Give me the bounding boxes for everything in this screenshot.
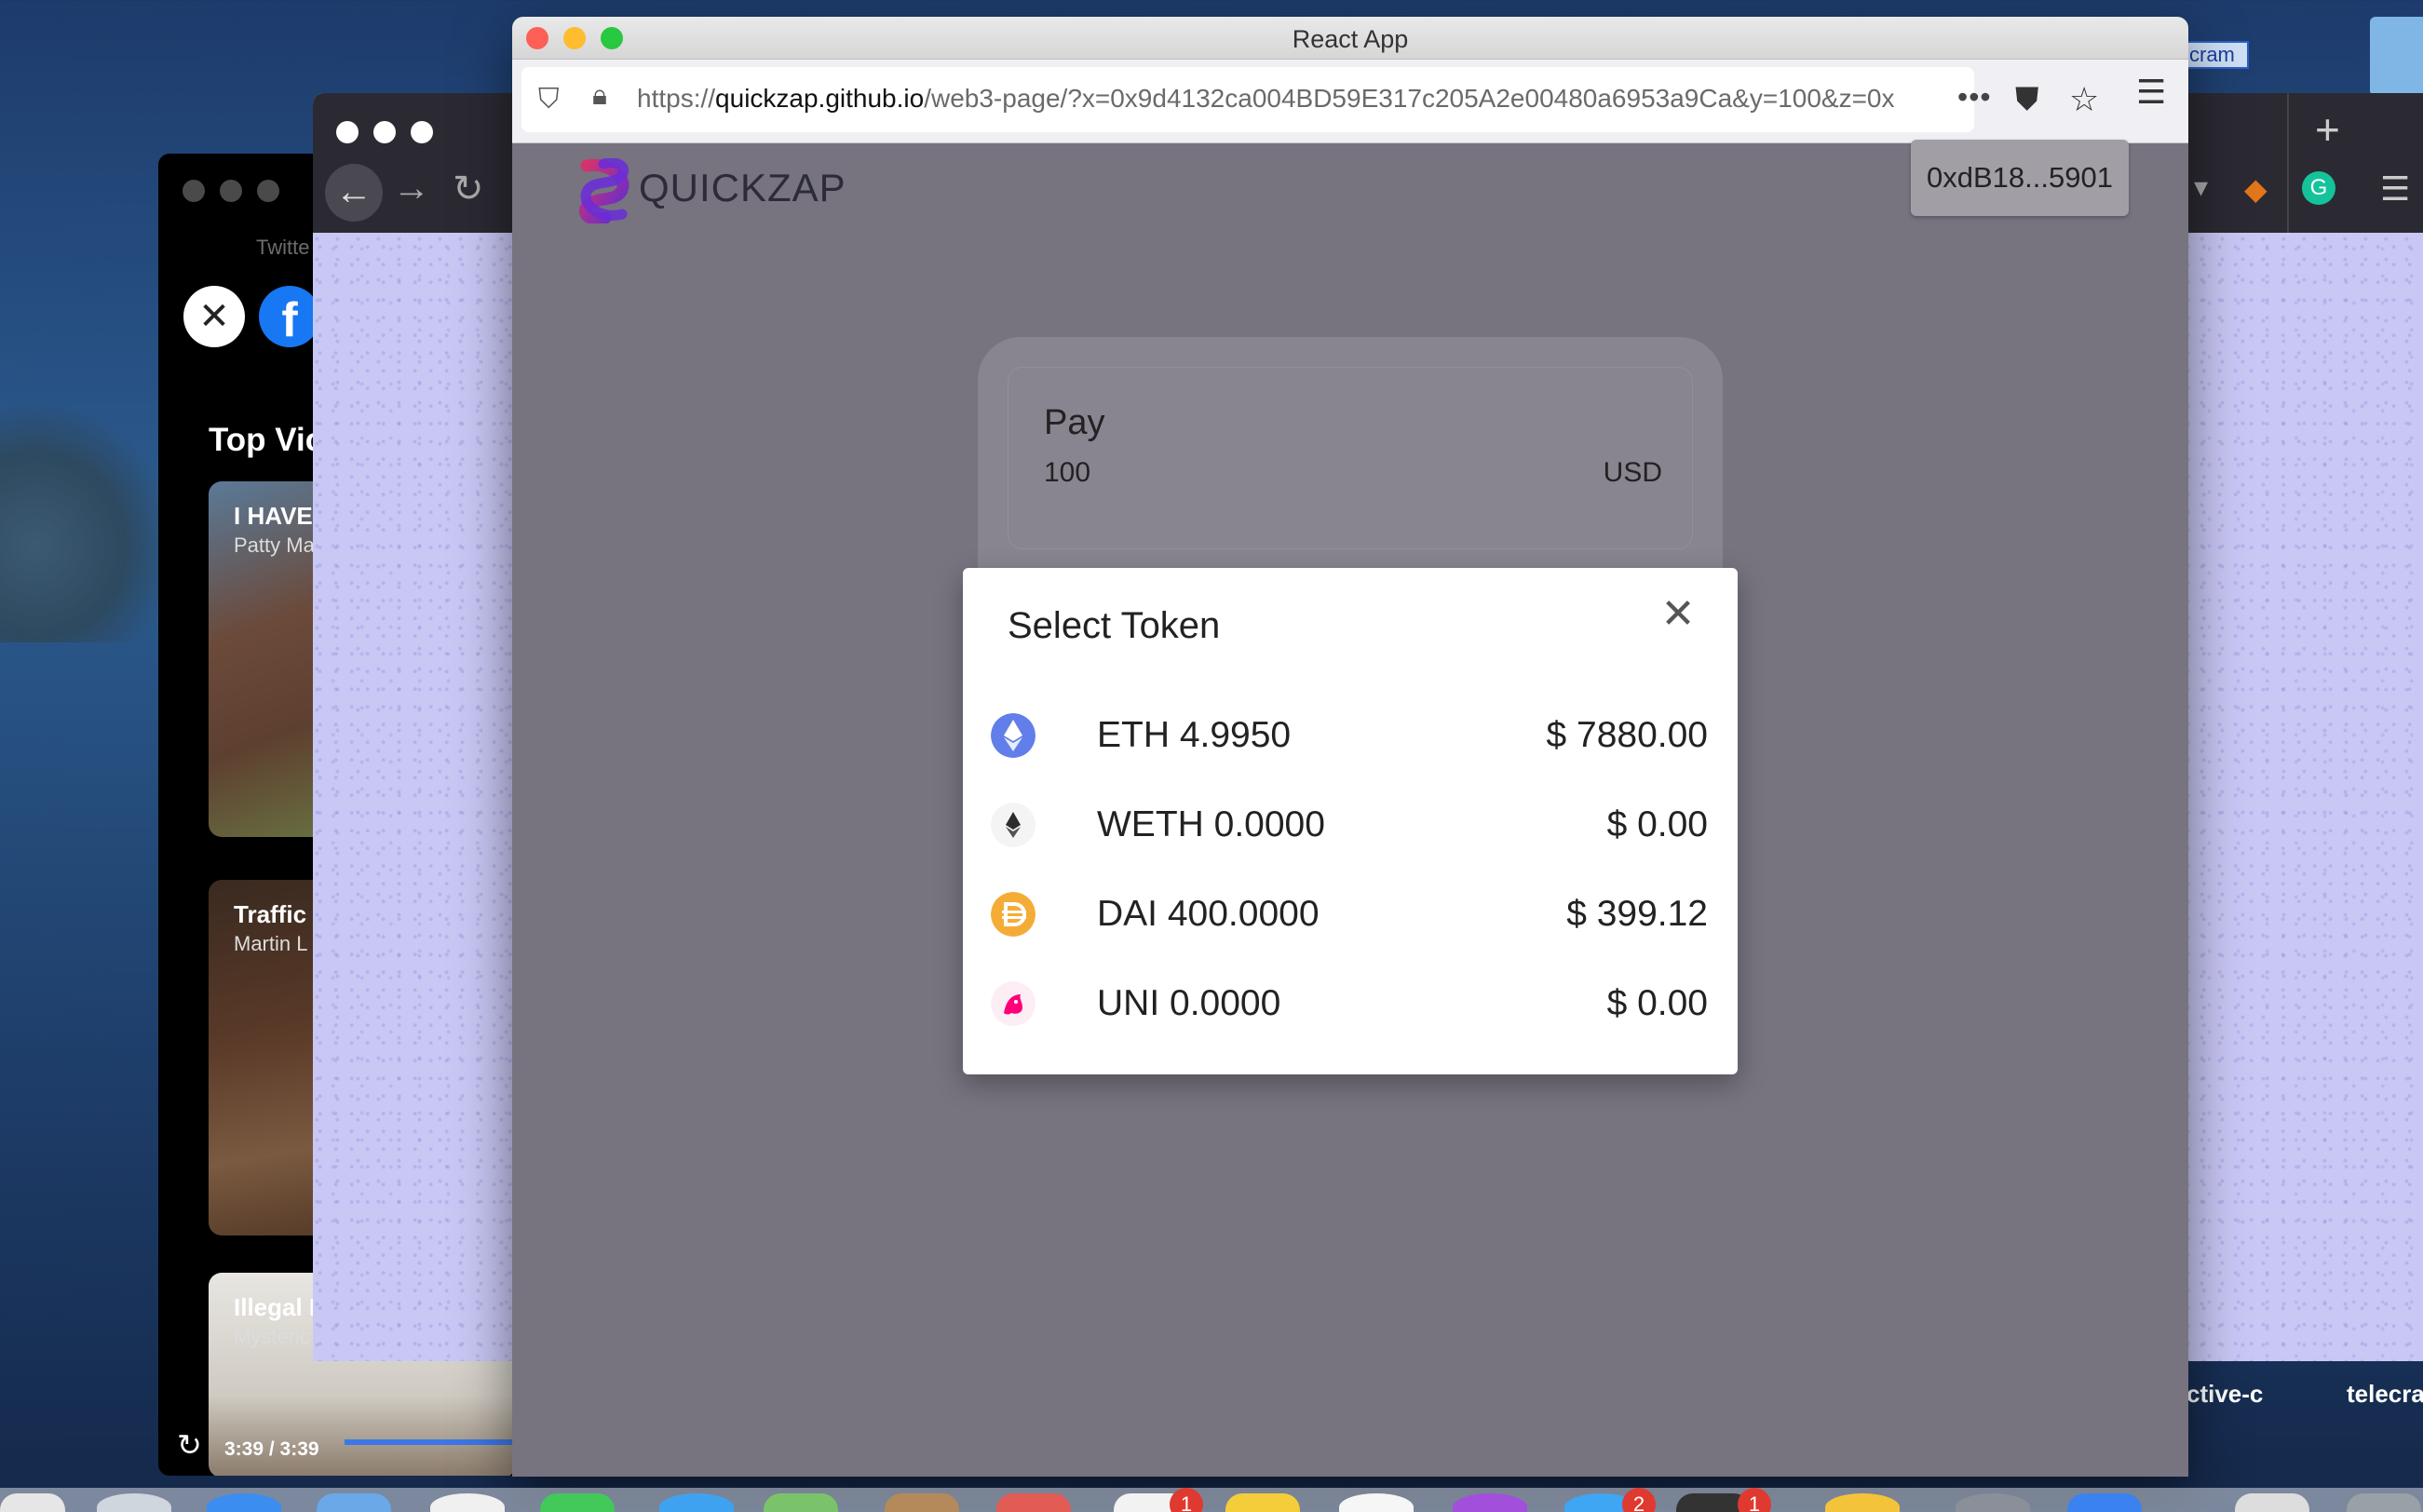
- token-name: DAI 400.0000: [1097, 894, 1320, 934]
- minimize-traffic-light[interactable]: [373, 121, 396, 143]
- token-name: UNI 0.0000: [1097, 983, 1281, 1023]
- eth-icon: [991, 713, 1036, 758]
- uni-icon: [991, 981, 1036, 1026]
- zoom-traffic-light[interactable]: [411, 121, 433, 143]
- dai-icon: [991, 892, 1036, 937]
- video-subtitle: Mysteric: [234, 1325, 310, 1348]
- vscode-icon[interactable]: [2067, 1493, 2142, 1512]
- metamask-icon[interactable]: ◆: [2244, 171, 2267, 207]
- url-host: quickzap.github.io: [715, 84, 925, 113]
- chevron-down-icon[interactable]: ▾: [2194, 171, 2208, 204]
- weth-icon: [991, 803, 1036, 847]
- token-name: ETH 4.9950: [1097, 715, 1292, 755]
- desktop-file-label[interactable]: telecra: [2347, 1380, 2423, 1409]
- maps-icon[interactable]: [764, 1493, 838, 1512]
- close-icon[interactable]: ✕: [1659, 594, 1697, 635]
- video-time: 3:39 / 3:39: [224, 1438, 319, 1460]
- token-row[interactable]: UNI 0.0000 $ 0.00: [963, 959, 1738, 1048]
- token-value: $ 7880.00: [1546, 715, 1708, 755]
- facebook-icon[interactable]: f: [259, 286, 320, 347]
- shield-icon[interactable]: ⛉: [538, 84, 570, 115]
- token-value: $ 399.12: [1566, 894, 1708, 934]
- tab-separator: [2287, 93, 2289, 233]
- menu-icon[interactable]: ☰: [2380, 169, 2410, 209]
- token-value: $ 0.00: [1606, 983, 1708, 1023]
- lock-icon[interactable]: 🔒︎: [592, 80, 607, 112]
- tab-twitter[interactable]: Twitte: [256, 236, 309, 260]
- select-token-modal: Select Token ✕ ETH 4.9950 $ 7880.00 WETH…: [963, 568, 1738, 1074]
- pay-label: Pay: [1044, 403, 1105, 442]
- finder-icon[interactable]: [0, 1493, 65, 1512]
- video-title: Illegal I: [234, 1293, 317, 1321]
- url-prefix: https://: [637, 84, 716, 113]
- url-bar[interactable]: ⛉ 🔒︎ https://quickzap.github.io/web3-pag…: [521, 67, 2099, 132]
- token-row[interactable]: ETH 4.9950 $ 7880.00: [963, 691, 1738, 780]
- minimize-traffic-light[interactable]: [220, 180, 242, 202]
- section-title: Top Vic: [209, 422, 324, 458]
- pay-amount: 100: [1044, 457, 1091, 488]
- video-subtitle: Patty Ma: [234, 533, 315, 557]
- window-title: React App: [1292, 25, 1409, 53]
- downloads-icon[interactable]: [2235, 1493, 2309, 1512]
- url-text[interactable]: https://quickzap.github.io/web3-page/?x=…: [637, 84, 1950, 114]
- url-path: /web3-page/?x=0x9d4132ca004BD59E317c205A…: [924, 84, 1895, 113]
- bookmark-star-icon[interactable]: ☆: [2069, 80, 2099, 119]
- close-traffic-light[interactable]: [336, 121, 359, 143]
- desktop-folder-icon[interactable]: [2370, 17, 2423, 96]
- back-icon[interactable]: ←: [325, 164, 383, 222]
- logo-text: QUICKZAP: [639, 166, 846, 209]
- close-icon[interactable]: ✕: [183, 286, 245, 347]
- video-title: Traffic: [234, 900, 307, 928]
- desktop-wallpaper: [0, 400, 177, 642]
- window-titlebar: React App: [512, 17, 2188, 60]
- video-subtitle: Martin L: [234, 932, 308, 955]
- token-row[interactable]: DAI 400.0000 $ 399.12: [963, 870, 1738, 959]
- navigation-bar: ⛉ 🔒︎ https://quickzap.github.io/web3-pag…: [512, 60, 2188, 143]
- grammarly-icon[interactable]: G: [2302, 171, 2335, 205]
- calendar-icon[interactable]: [996, 1493, 1071, 1512]
- menu-icon[interactable]: ☰: [2136, 73, 2166, 112]
- modal-title: Select Token: [1008, 605, 1221, 646]
- more-actions-icon[interactable]: •••: [1957, 80, 1992, 115]
- trash-icon[interactable]: [2347, 1493, 2421, 1512]
- pocket-icon[interactable]: ⛊: [2015, 82, 2039, 118]
- pay-currency: USD: [1603, 457, 1662, 488]
- token-value: $ 0.00: [1606, 804, 1708, 844]
- messages-icon[interactable]: [540, 1493, 615, 1512]
- react-app-window: React App ⛉ 🔒︎ https://quickzap.github.i…: [512, 17, 2188, 1477]
- desktop-folder-label[interactable]: cram: [2184, 41, 2249, 69]
- quickzap-logo-icon: [579, 158, 629, 223]
- close-traffic-light[interactable]: [183, 180, 205, 202]
- pay-panel[interactable]: Pay 100 USD: [1008, 367, 1693, 549]
- mail-icon[interactable]: [317, 1493, 391, 1512]
- token-name: WETH 0.0000: [1097, 804, 1325, 844]
- token-row[interactable]: WETH 0.0000 $ 0.00: [963, 780, 1738, 870]
- desktop-file-label[interactable]: ctive-c: [2186, 1380, 2263, 1409]
- video-title: I HAVE: [234, 502, 313, 530]
- reload-icon[interactable]: ↻: [453, 168, 484, 210]
- notes-icon[interactable]: [885, 1493, 959, 1512]
- stickies-icon[interactable]: [1225, 1493, 1300, 1512]
- forward-icon[interactable]: →: [393, 168, 430, 209]
- zoom-traffic-light[interactable]: [257, 180, 279, 202]
- wallet-address-button[interactable]: 0xdB18...5901: [1911, 140, 2129, 216]
- replay-icon[interactable]: ↻: [177, 1427, 212, 1463]
- new-tab-icon[interactable]: +: [2315, 104, 2340, 155]
